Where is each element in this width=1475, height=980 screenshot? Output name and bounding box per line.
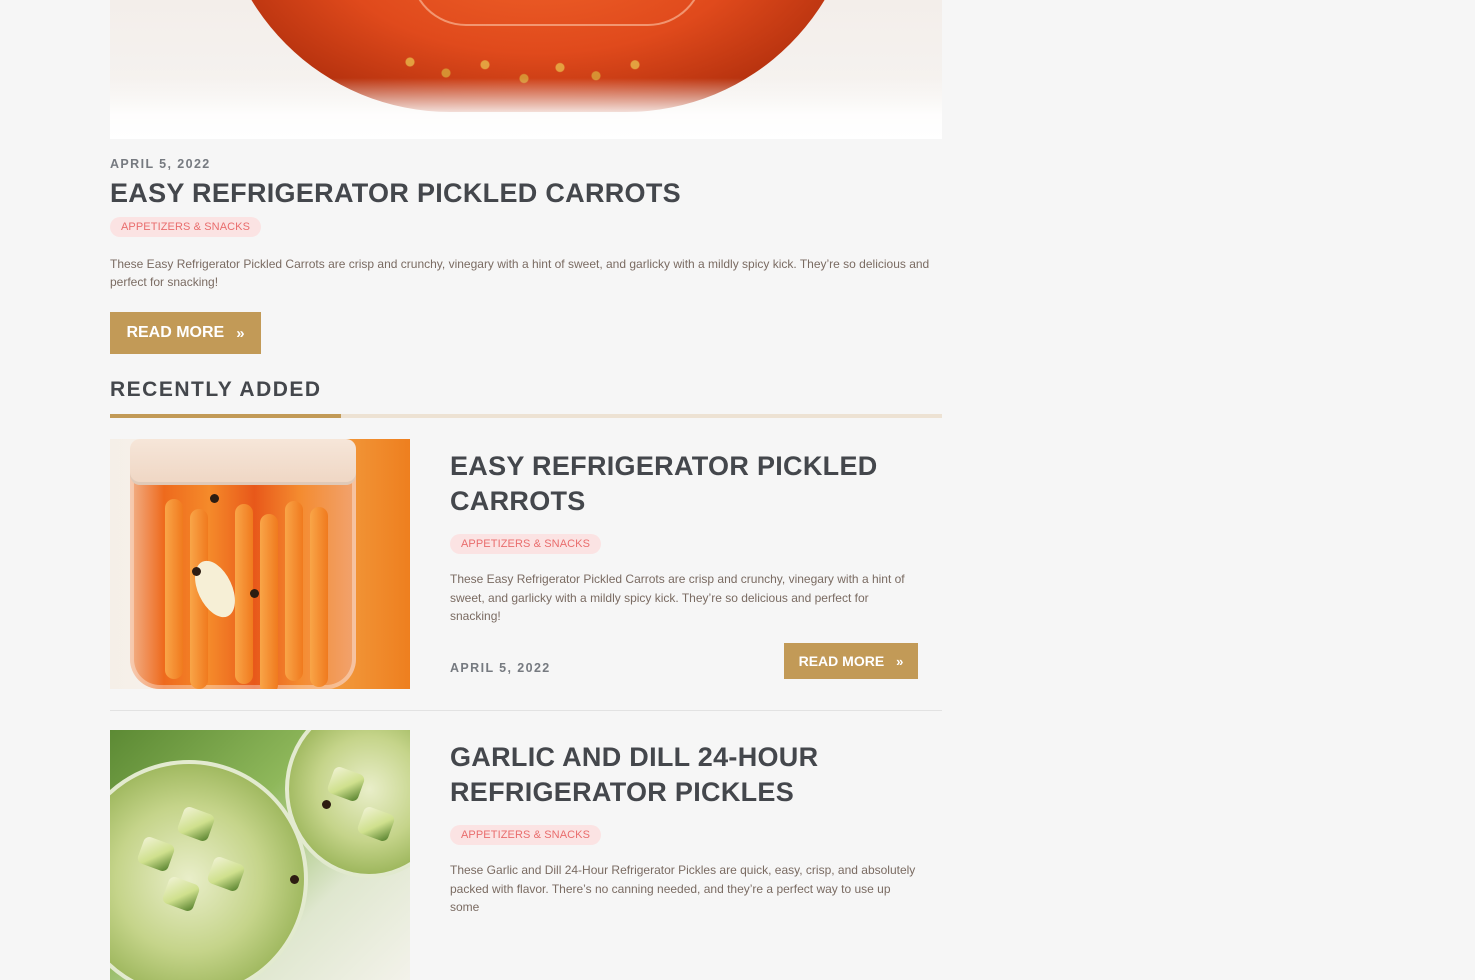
read-more-label: READ MORE: [798, 653, 885, 669]
post-thumbnail[interactable]: [110, 730, 410, 980]
post-thumbnail[interactable]: [110, 439, 410, 689]
post-card: GARLIC AND DILL 24-HOUR REFRIGERATOR PIC…: [110, 730, 942, 980]
double-chevron-right-icon: »: [236, 324, 245, 342]
recently-added-heading: RECENTLY ADDED: [110, 378, 322, 401]
post-date: APRIL 5, 2022: [450, 661, 551, 675]
read-more-label: READ MORE: [126, 324, 225, 341]
category-badge[interactable]: APPETIZERS & SNACKS: [450, 825, 602, 845]
post-title[interactable]: GARLIC AND DILL 24-HOUR REFRIGERATOR PIC…: [450, 740, 930, 810]
cloth-graphic: [110, 78, 942, 139]
post-title[interactable]: EASY REFRIGERATOR PICKLED CARROTS: [450, 449, 930, 519]
section-divider-accent: [110, 414, 341, 418]
featured-category-badge[interactable]: APPETIZERS & SNACKS: [110, 217, 262, 237]
featured-read-more-button[interactable]: READ MORE »: [110, 312, 261, 354]
featured-post-excerpt: These Easy Refrigerator Pickled Carrots …: [110, 257, 930, 289]
section-divider: [110, 414, 942, 418]
category-badge[interactable]: APPETIZERS & SNACKS: [450, 534, 602, 554]
read-more-button[interactable]: READ MORE »: [784, 643, 918, 679]
pickle-jar-graphic: [110, 760, 308, 980]
featured-post-date: APRIL 5, 2022: [110, 157, 211, 171]
featured-post-image[interactable]: [110, 0, 942, 139]
post-excerpt: These Garlic and Dill 24-Hour Refrigerat…: [450, 863, 916, 914]
post-excerpt: These Easy Refrigerator Pickled Carrots …: [450, 572, 905, 623]
featured-post-title[interactable]: EASY REFRIGERATOR PICKLED CARROTS: [110, 178, 681, 209]
double-chevron-right-icon: »: [896, 653, 904, 669]
post-card: EASY REFRIGERATOR PICKLED CARROTS APPETI…: [110, 439, 942, 711]
